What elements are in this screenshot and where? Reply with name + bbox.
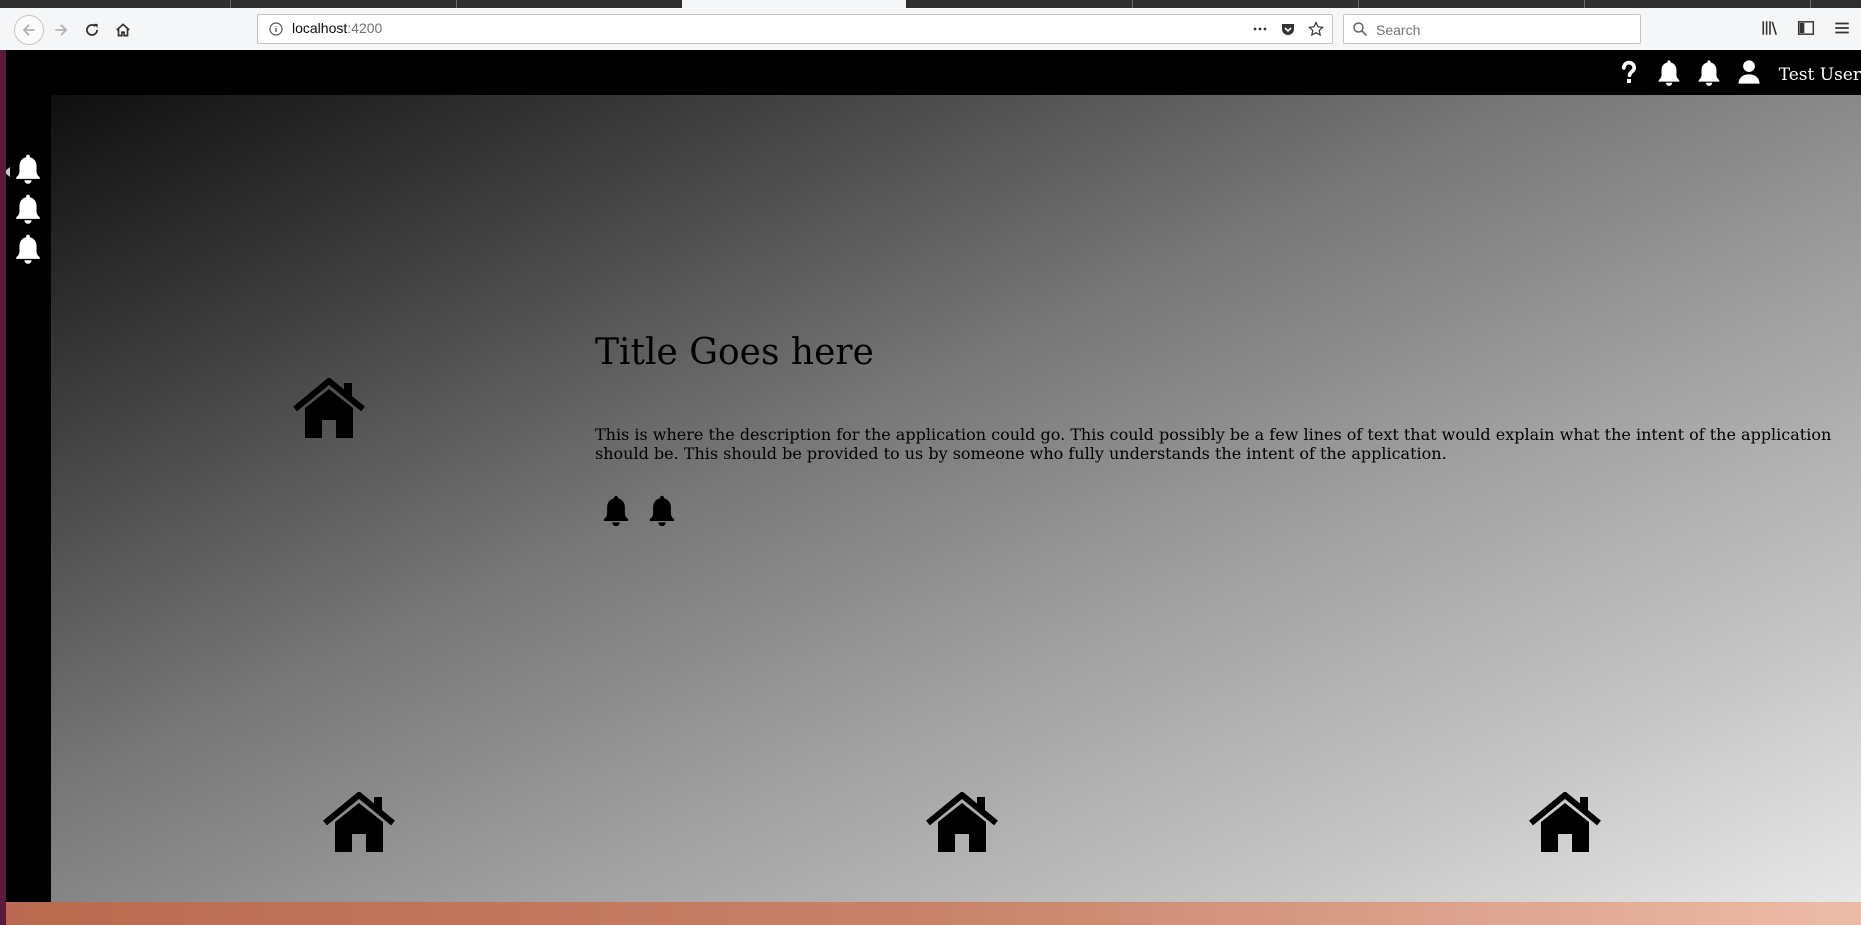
back-button[interactable]: [14, 15, 44, 45]
sidebar: [6, 95, 51, 925]
bell-icon: [16, 154, 40, 184]
tab-separator: [1584, 0, 1585, 8]
bookmark-button[interactable]: [1306, 19, 1326, 39]
user-name[interactable]: Test User: [1773, 65, 1861, 85]
url-text[interactable]: localhost:4200: [292, 20, 382, 36]
sidebar-collapse-caret[interactable]: [6, 167, 10, 177]
tab-strip: [0, 0, 1861, 8]
app-page: Test User Title Goes here This is where …: [6, 50, 1861, 925]
url-host: localhost: [292, 20, 348, 36]
sidebar-icon: [1797, 21, 1815, 35]
home-tile-top[interactable]: [292, 377, 366, 440]
active-tab[interactable]: [682, 0, 906, 8]
home-icon: [926, 791, 998, 852]
app-header: Test User: [6, 50, 1861, 95]
forward-button[interactable]: [48, 17, 74, 43]
alerts-button[interactable]: [1693, 56, 1725, 88]
user-icon: [1738, 60, 1760, 84]
home-icon: [116, 23, 130, 37]
url-port: :4200: [347, 20, 383, 36]
tab-separator: [230, 0, 231, 8]
bell-icon: [16, 194, 40, 224]
bell-icon: [1658, 60, 1679, 86]
sidebar-item-bell-1[interactable]: [11, 151, 45, 185]
browser-navbar: localhost:4200: [0, 8, 1861, 51]
arrow-right-icon: [55, 24, 68, 36]
sidebar-toggle-button[interactable]: [1795, 17, 1817, 39]
url-bar[interactable]: localhost:4200: [257, 14, 1333, 44]
info-icon[interactable]: [268, 21, 284, 37]
desktop-background-strip: [6, 902, 1861, 925]
pocket-button[interactable]: [1278, 19, 1298, 39]
home-tile-bottom-2[interactable]: [925, 791, 999, 854]
star-icon: [1308, 21, 1324, 37]
bell-icon: [603, 495, 629, 527]
help-icon: [1621, 60, 1636, 83]
tab-separator: [456, 0, 457, 8]
user-menu-button[interactable]: [1733, 56, 1765, 88]
page-title: Title Goes here: [595, 332, 874, 373]
search-icon: [1353, 22, 1368, 37]
page-actions-button[interactable]: [1250, 19, 1270, 39]
action-bell-1[interactable]: [599, 493, 633, 529]
notifications-button[interactable]: [1653, 56, 1685, 88]
library-icon: [1762, 21, 1777, 35]
bell-icon: [649, 495, 675, 527]
home-tile-bottom-1[interactable]: [322, 791, 396, 854]
arrow-left-icon: [22, 24, 35, 36]
bell-icon: [1698, 60, 1719, 86]
home-icon: [293, 377, 365, 438]
tab-separator: [1132, 0, 1133, 8]
action-bell-2[interactable]: [645, 493, 679, 529]
browser-search-box[interactable]: [1343, 14, 1641, 44]
pocket-icon: [1282, 24, 1294, 35]
sidebar-item-bell-3[interactable]: [11, 231, 45, 265]
page-description: This is where the description for the ap…: [595, 425, 1832, 463]
menu-button[interactable]: [1831, 17, 1853, 39]
home-icon: [323, 791, 395, 852]
search-input[interactable]: [1374, 19, 1628, 41]
more-icon: [1253, 27, 1267, 31]
library-button[interactable]: [1759, 17, 1781, 39]
main-content: Title Goes here This is where the descri…: [51, 95, 1861, 902]
home-button[interactable]: [110, 17, 136, 43]
tab-separator: [1358, 0, 1359, 8]
home-icon: [1529, 791, 1601, 852]
home-tile-bottom-3[interactable]: [1528, 791, 1602, 854]
bell-icon: [16, 234, 40, 264]
reload-button[interactable]: [79, 17, 105, 43]
sidebar-item-bell-2[interactable]: [11, 191, 45, 225]
hamburger-icon: [1835, 22, 1849, 34]
help-button[interactable]: [1613, 56, 1645, 88]
tab-separator: [1810, 0, 1811, 8]
reload-icon: [86, 23, 98, 36]
